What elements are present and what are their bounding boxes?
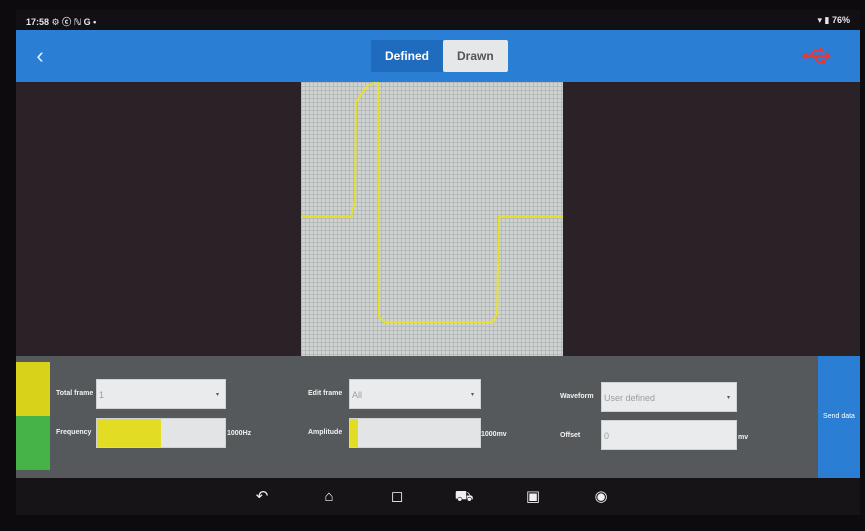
app-header: ‹ Defined Drawn xyxy=(16,30,860,82)
status-time: 17:58 xyxy=(26,17,50,27)
total-frame-label: Total frame xyxy=(56,390,94,397)
image-icon[interactable]: ▣ xyxy=(523,487,543,507)
chevron-down-icon: ▾ xyxy=(215,392,219,398)
tab-drawn[interactable]: Drawn xyxy=(443,40,508,72)
amplitude-unit: 1000mv xyxy=(481,431,507,438)
waveform-select[interactable]: User defined ▾ xyxy=(601,382,737,412)
recent-apps-icon[interactable]: ◻ xyxy=(387,487,407,507)
amplitude-slider[interactable] xyxy=(349,418,481,448)
frequency-label: Frequency xyxy=(56,429,92,436)
control-panel: Total frame 1 ▾ Edit frame All ▾ Wavefor… xyxy=(16,356,860,478)
status-bar: 17:58 ⚙ ⓒ ℕ G • ▾ ▮ 76% xyxy=(16,10,860,30)
usb-icon[interactable] xyxy=(802,46,832,66)
waveform-label: Waveform xyxy=(560,393,594,400)
device-screen: 17:58 ⚙ ⓒ ℕ G • ▾ ▮ 76% ‹ Defined Drawn xyxy=(16,10,860,515)
mode-toggle: Defined Drawn xyxy=(371,40,508,72)
back-icon[interactable]: ↶ xyxy=(252,487,272,507)
send-data-button[interactable]: Send data xyxy=(818,356,860,478)
frequency-slider[interactable] xyxy=(96,418,226,448)
waveform-display[interactable] xyxy=(301,82,563,356)
frequency-unit: 1000Hz xyxy=(227,430,252,437)
offset-unit: mv xyxy=(738,434,749,441)
chevron-down-icon: ▾ xyxy=(470,392,474,398)
chevron-left-icon[interactable]: ‹ xyxy=(28,43,52,69)
offset-label: Offset xyxy=(560,432,581,439)
waveform-trace xyxy=(301,82,563,323)
system-nav-bar: ↶ ⌂ ◻ ⛟ ▣ ◉ xyxy=(16,478,860,515)
total-frame-value: 1 xyxy=(99,390,105,400)
frequency-slider-fill xyxy=(97,419,161,447)
amplitude-label: Amplitude xyxy=(308,429,343,436)
home-icon[interactable]: ⌂ xyxy=(319,487,339,507)
chevron-down-icon: ▾ xyxy=(726,395,730,401)
edit-frame-label: Edit frame xyxy=(308,390,343,397)
edit-frame-select[interactable]: All ▾ xyxy=(349,379,481,409)
waveform-value: User defined xyxy=(604,393,656,403)
settings-icon[interactable]: ◉ xyxy=(591,487,611,507)
status-indicators: ⚙ ⓒ ℕ G • xyxy=(51,17,97,27)
total-frame-select[interactable]: 1 ▾ xyxy=(96,379,226,409)
amplitude-slider-fill xyxy=(350,419,358,447)
car-diagnostic-icon[interactable]: ⛟ xyxy=(454,487,474,507)
edit-frame-value: All xyxy=(352,390,363,400)
battery-status: ▾ ▮ 76% xyxy=(817,15,850,25)
channel-2-button[interactable] xyxy=(16,416,50,470)
offset-input[interactable]: 0 xyxy=(601,420,737,450)
offset-value: 0 xyxy=(604,431,610,441)
tab-defined[interactable]: Defined xyxy=(371,40,444,72)
channel-1-button[interactable] xyxy=(16,362,50,416)
